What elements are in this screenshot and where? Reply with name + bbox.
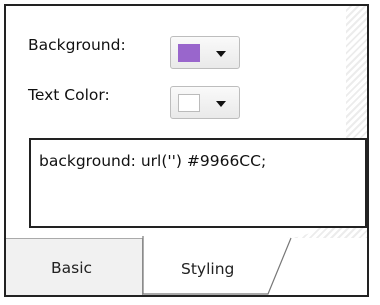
tab-styling-label: Styling [181,260,235,278]
background-color-swatch [178,44,200,62]
styling-panel: Background: Text Color: background: url(… [4,4,369,297]
tab-basic[interactable]: Basic [6,238,143,295]
background-color-picker[interactable] [170,36,240,69]
text-color-label: Text Color: [28,86,110,104]
text-color-picker[interactable] [170,86,240,119]
tab-basic-label: Basic [51,259,93,277]
tab-bar: Basic Styling [6,236,367,295]
background-label: Background: [28,36,126,54]
text-color-swatch [178,94,200,112]
chevron-down-icon [216,51,226,57]
chevron-down-icon [216,101,226,107]
css-style-input[interactable]: background: url('') #9966CC; [29,138,367,228]
